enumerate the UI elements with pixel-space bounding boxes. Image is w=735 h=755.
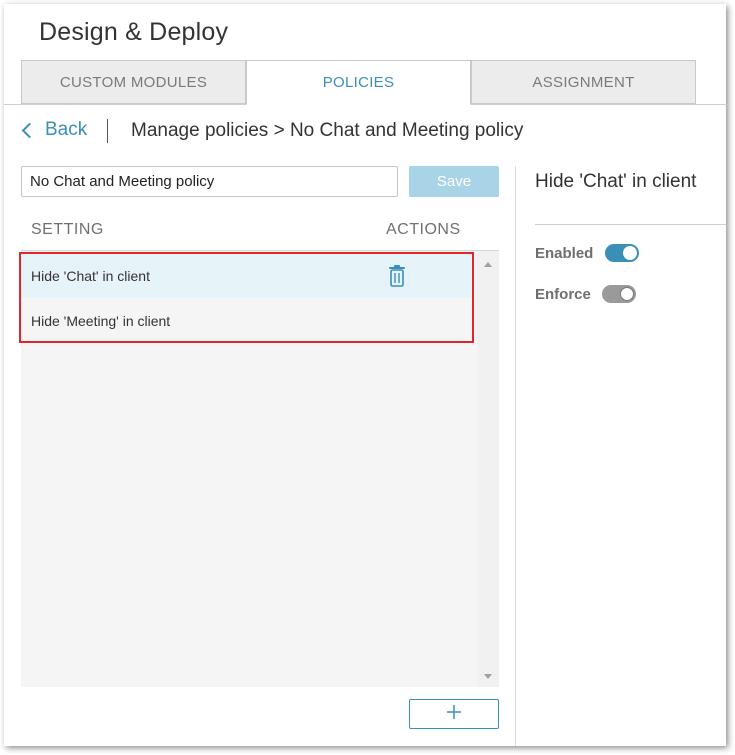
add-setting-button[interactable] [409,699,499,729]
tab-policies[interactable]: POLICIES [246,60,471,105]
setting-row-hide-meeting[interactable]: Hide 'Meeting' in client [21,298,473,343]
pane-divider [515,166,516,746]
column-header-actions: ACTIONS [386,221,461,238]
breadcrumb-divider [107,119,108,143]
enforce-toggle[interactable] [602,285,636,303]
detail-title: Hide 'Chat' in client [535,171,697,192]
enabled-setting: Enabled [535,244,639,262]
trash-icon[interactable] [388,265,406,290]
enforce-setting: Enforce [535,285,636,303]
scroll-down-icon[interactable] [484,674,492,679]
tab-custom-modules[interactable]: CUSTOM MODULES [21,60,246,104]
column-header-setting: SETTING [31,221,104,238]
plus-icon [446,704,462,725]
toggle-knob [623,246,637,260]
enabled-label: Enabled [535,244,594,262]
enforce-label: Enforce [535,285,591,303]
scroll-up-icon[interactable] [484,262,492,267]
breadcrumb: Manage policies > No Chat and Meeting po… [131,120,524,141]
detail-divider [535,224,726,225]
back-label: Back [45,119,88,140]
toggle-knob [620,287,634,301]
back-button[interactable]: Back [21,119,88,141]
list-scrollbar[interactable] [477,251,499,687]
setting-label: Hide 'Chat' in client [31,267,150,284]
policy-name-input[interactable] [21,166,398,197]
settings-list: Hide 'Chat' in client Hide 'Meeting' in … [21,251,477,687]
setting-label: Hide 'Meeting' in client [31,312,171,329]
chevron-left-icon [21,122,38,139]
save-button[interactable]: Save [409,166,499,197]
tab-bar: CUSTOM MODULES POLICIES ASSIGNMENT [21,60,696,105]
setting-row-hide-chat[interactable]: Hide 'Chat' in client [21,253,473,298]
enabled-toggle[interactable] [605,244,639,262]
app-title: Design & Deploy [39,18,229,46]
tab-assignment[interactable]: ASSIGNMENT [471,60,696,104]
